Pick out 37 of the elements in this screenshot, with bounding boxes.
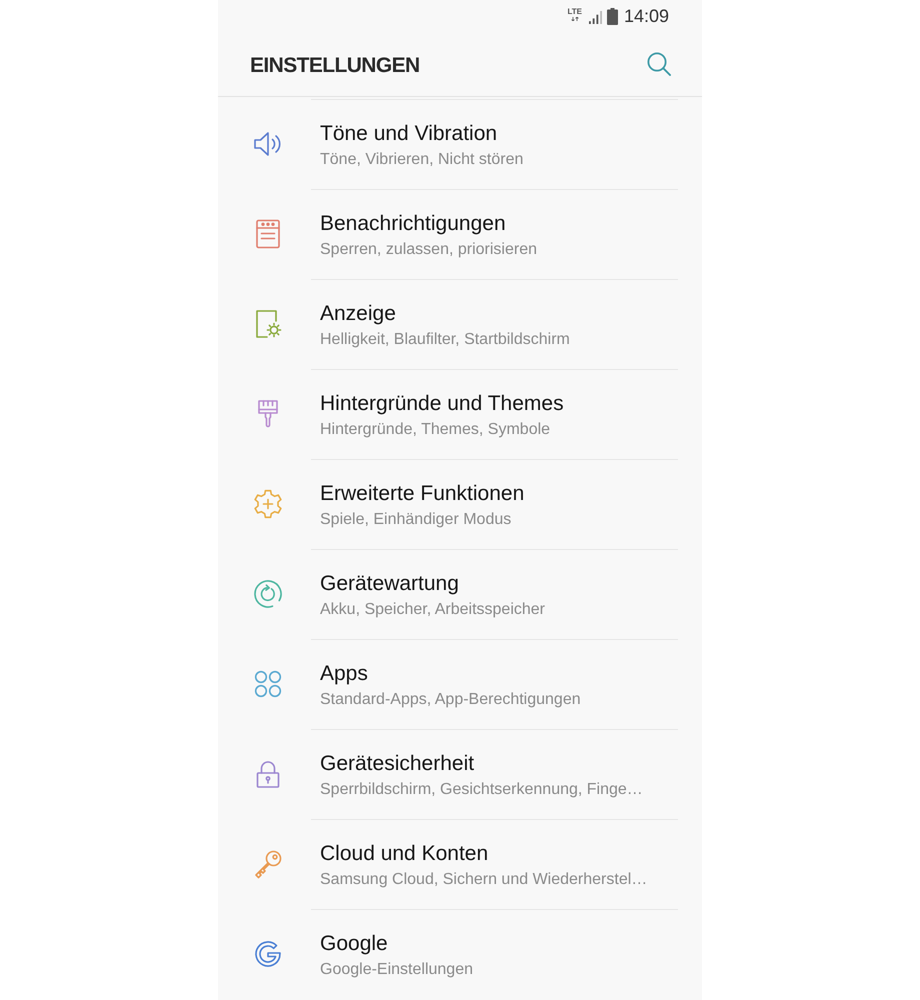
setting-summary: Helligkeit, Blaufilter, Startbildschirm [320,330,570,350]
network-type-label: LTE [567,8,582,16]
setting-title: Google [320,931,388,957]
settings-item[interactable]: Anzeige Helligkeit, Blaufilter, Startbildschirm [218,279,702,369]
settings-item[interactable]: Benachrichtigungen Sperren, zulassen, priorisieren [218,189,702,279]
setting-title: Cloud und Konten [320,841,488,867]
setting-summary: Hintergründe, Themes, Symbole [320,420,550,440]
setting-title: Benachrichtigungen [320,211,506,237]
setting-summary: Sperren, zulassen, priorisieren [320,240,537,260]
search-icon[interactable] [647,52,671,76]
setting-title: Erweiterte Funktionen [320,481,524,507]
setting-summary: Akku, Speicher, Arbeitsspeicher [320,600,546,620]
settings-item[interactable]: Apps Standard-Apps, App-Berechtigungen [218,639,702,729]
settings-item[interactable]: Erweiterte Funktionen Spiele, Einhändiger Modus [218,459,702,549]
clock-time: 14:09 [624,6,669,26]
settings-item[interactable]: Hintergründe und Themes Hintergründe, Themes, Symbole [218,369,702,459]
settings-item[interactable]: Gerätesicherheit Sperrbildschirm, Gesichtserkennung, Finge… [218,729,702,819]
settings-item[interactable]: Gerätewartung Akku, Speicher, Arbeitsspeicher [218,549,702,639]
setting-title: Gerätewartung [320,571,459,597]
battery-icon [606,8,618,24]
setting-summary: Standard-Apps, App-Berechtigungen [320,690,581,710]
setting-summary: Spiele, Einhändiger Modus [320,510,512,530]
settings-item[interactable]: Cloud und Konten Samsung Cloud, Sichern und Wiederherstel… [218,819,702,909]
signal-bars-icon [588,10,602,24]
setting-summary: Google-Einstellungen [320,960,473,980]
setting-summary: Sperrbildschirm, Gesichtserkennung, Finge… [320,780,643,800]
settings-item[interactable]: Google Google-Einstellungen [218,909,702,999]
setting-title: Anzeige [320,301,396,327]
page-title: EINSTELLUNGEN [250,54,420,78]
setting-title: Apps [320,661,368,687]
settings-item[interactable]: Töne und Vibration Töne, Vibrieren, Nicht stören [218,99,702,189]
setting-title: Töne und Vibration [320,121,498,147]
setting-title: Hintergründe und Themes [320,391,564,417]
setting-title: Gerätesicherheit [320,751,474,777]
setting-summary: Samsung Cloud, Sichern und Wiederherstel… [320,870,648,890]
setting-summary: Töne, Vibrieren, Nicht stören [320,150,524,170]
data-arrows-icon [570,17,579,21]
